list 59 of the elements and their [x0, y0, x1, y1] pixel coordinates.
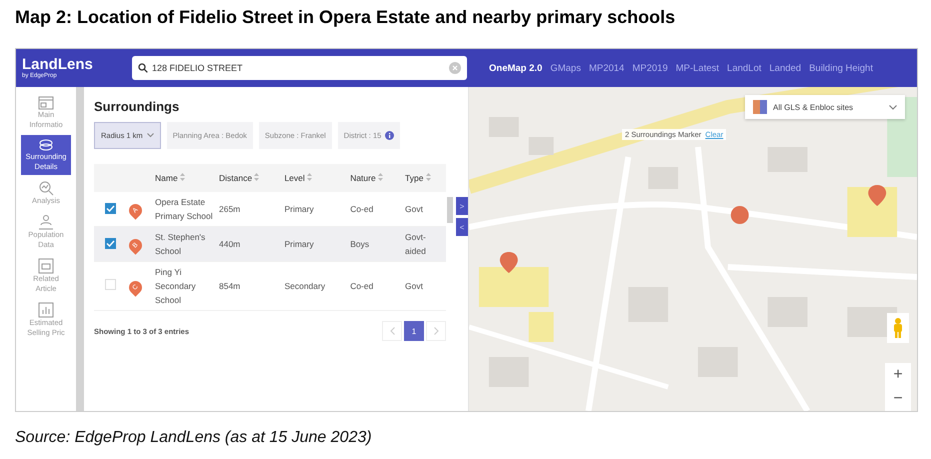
table-cell: Govt	[402, 262, 446, 310]
column-header[interactable]: Nature	[347, 164, 402, 192]
table-cell: St. Stephen's School	[152, 226, 216, 262]
column-header[interactable]: Type	[402, 164, 446, 192]
column-header[interactable]: Level	[281, 164, 348, 192]
table-cell: Boys	[347, 226, 402, 262]
chevron-icon	[146, 133, 154, 138]
table-cell: Govt-aided	[402, 226, 446, 262]
logo-text: LandLens	[22, 57, 94, 73]
table-cell: 854m	[216, 262, 282, 310]
chevron-right-icon	[434, 327, 438, 335]
table-cell: Secondary	[281, 262, 348, 310]
previous-page-button[interactable]	[382, 321, 402, 341]
map-tab[interactable]: MP2014	[588, 62, 624, 74]
scrollbar[interactable]	[447, 197, 453, 223]
column-header[interactable]: Distance	[216, 164, 282, 192]
clear-icon[interactable]	[449, 62, 461, 74]
map-tab[interactable]: Building Height	[809, 62, 873, 74]
layer-dropdown[interactable]: All GLS & Enbloc sites	[745, 95, 905, 119]
person-icon[interactable]	[887, 313, 909, 343]
source-caption: Source: EdgeProp LandLens (as at 15 June 2023)	[15, 429, 372, 447]
checkbox[interactable]	[104, 238, 116, 249]
sort-icon[interactable]	[378, 173, 384, 181]
people-icon	[38, 214, 54, 230]
map-tab[interactable]: MP2019	[632, 62, 668, 74]
sort-icon[interactable]	[254, 173, 260, 181]
layers-icon	[38, 138, 54, 152]
info-icon[interactable]	[385, 131, 394, 140]
sort-icon[interactable]	[307, 173, 312, 181]
table-cell: Co-ed	[347, 262, 402, 310]
figure-heading: Map 2: Location of Fidelio Street in Opera Estate and nearby primary schools	[14, 6, 676, 29]
map-tab[interactable]: LandLot	[727, 62, 762, 74]
panel-toggle-button[interactable]: <	[456, 218, 468, 236]
sort-icon[interactable]	[180, 173, 186, 181]
scrollbar[interactable]	[76, 87, 84, 411]
search-field[interactable]: 128 FIDELIO STREET	[152, 63, 445, 73]
map-tab[interactable]: MP-Latest	[676, 62, 720, 74]
table-cell: Primary	[281, 226, 348, 262]
chart-icon	[38, 302, 54, 318]
search-bar[interactable]: 128 FIDELIO STREET	[132, 56, 467, 80]
window-icon	[38, 96, 54, 110]
search-icon	[138, 63, 148, 73]
page-button[interactable]: 1	[404, 321, 424, 341]
magnifier-icon	[38, 180, 54, 196]
map-tab[interactable]: Landed	[769, 62, 802, 74]
checkbox[interactable]	[104, 203, 116, 214]
next-page-button[interactable]	[426, 321, 446, 341]
table-cell: Ping Yi Secondary School	[152, 262, 216, 310]
map-tab[interactable]: GMaps	[550, 62, 581, 74]
document-icon	[38, 258, 54, 274]
column-header[interactable]: Name	[152, 164, 216, 192]
sort-icon[interactable]	[426, 173, 431, 181]
table-cell: 440m	[216, 226, 282, 262]
panel-title: Surroundings	[94, 99, 180, 114]
panel-toggle-button[interactable]: >	[456, 197, 468, 215]
chevron-left-icon	[390, 327, 394, 335]
layer-icon	[753, 100, 767, 114]
map-tab[interactable]: OneMap 2.0	[489, 62, 542, 74]
chevron-icon	[889, 104, 897, 110]
